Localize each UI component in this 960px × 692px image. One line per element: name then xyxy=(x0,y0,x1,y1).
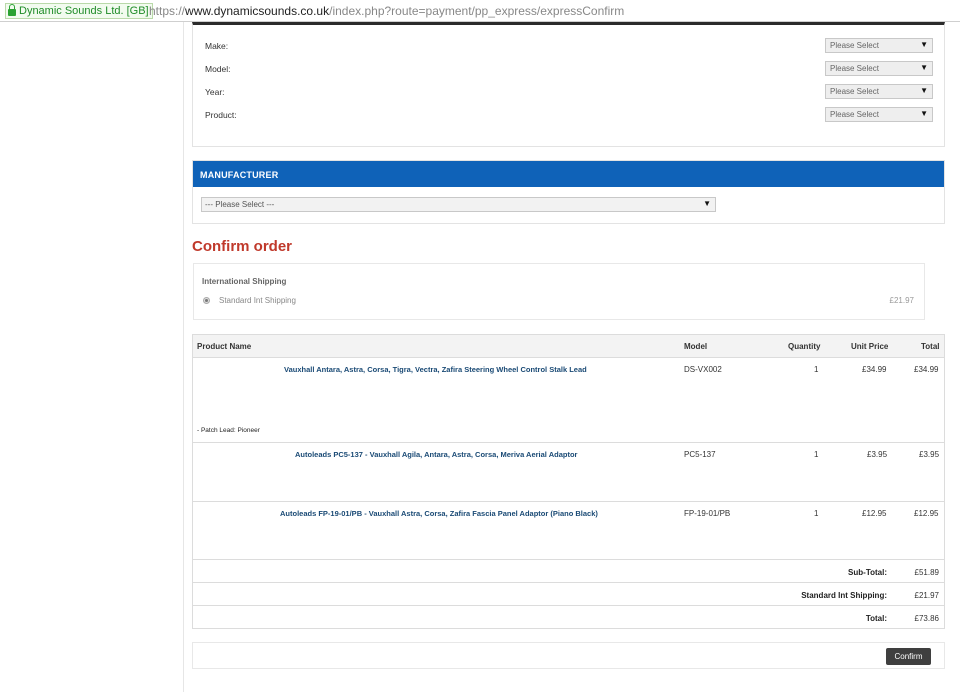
url-text[interactable]: https://www.dynamicsounds.co.uk/index.ph… xyxy=(149,4,624,18)
table-row: Vauxhall Antara, Astra, Corsa, Tigra, Ve… xyxy=(193,358,944,443)
product-total: £3.95 xyxy=(919,450,940,459)
product-option: - Patch Lead: Pioneer xyxy=(197,427,260,434)
make-select[interactable]: Please Select ▼ xyxy=(825,38,933,53)
subtotal-label: Sub-Total: xyxy=(848,568,887,577)
manufacturer-heading: MANUFACTURER xyxy=(193,161,944,187)
confirm-button[interactable]: Confirm xyxy=(886,648,931,665)
table-header: Product Name Model Quantity Unit Price T… xyxy=(193,335,944,358)
product-label: Product: xyxy=(205,110,237,120)
subtotal-row: Sub-Total: £51.89 xyxy=(193,560,944,583)
subtotal-value: £51.89 xyxy=(914,568,939,577)
dropdown-arrow-icon: ▼ xyxy=(703,199,711,208)
year-select-value: Please Select xyxy=(830,87,879,96)
product-total: £34.99 xyxy=(914,365,939,374)
secure-site-label: Dynamic Sounds Ltd. [GB] xyxy=(19,5,149,17)
lock-icon xyxy=(8,4,16,16)
product-unit-price: £3.95 xyxy=(867,450,888,459)
manufacturer-select-value: --- Please Select --- xyxy=(205,200,275,209)
table-row: Autoleads PC5-137 - Vauxhall Agila, Anta… xyxy=(193,443,944,502)
shipping-radio[interactable] xyxy=(203,297,210,304)
product-unit-price: £34.99 xyxy=(862,365,887,374)
product-quantity: 1 xyxy=(814,509,819,518)
manufacturer-panel: MANUFACTURER --- Please Select --- ▼ xyxy=(192,160,945,224)
make-label: Make: xyxy=(205,41,229,51)
year-label: Year: xyxy=(205,87,225,97)
product-link[interactable]: Autoleads FP-19-01/PB - Vauxhall Astra, … xyxy=(280,509,598,518)
table-row: Autoleads FP-19-01/PB - Vauxhall Astra, … xyxy=(193,502,944,560)
grand-total-value: £73.86 xyxy=(914,614,939,623)
product-quantity: 1 xyxy=(814,365,819,374)
column-header-product: Product Name xyxy=(197,342,252,351)
order-table: Product Name Model Quantity Unit Price T… xyxy=(192,334,945,629)
grand-total-row: Total: £73.86 xyxy=(193,606,944,629)
shipping-method-panel: International Shipping Standard Int Ship… xyxy=(193,263,925,320)
column-header-total: Total xyxy=(921,342,940,351)
url-host: www.dynamicsounds.co.uk xyxy=(185,4,330,18)
page-title: Confirm order xyxy=(192,238,293,255)
url-path: /index.php?route=payment/pp_express/expr… xyxy=(329,4,625,18)
shipping-option-price: £21.97 xyxy=(889,296,914,305)
product-model: PC5-137 xyxy=(684,450,716,459)
grand-total-label: Total: xyxy=(865,614,887,623)
shipping-total-value: £21.97 xyxy=(914,591,939,600)
dropdown-arrow-icon: ▼ xyxy=(920,40,928,49)
column-header-unit-price: Unit Price xyxy=(851,342,889,351)
dropdown-arrow-icon: ▼ xyxy=(920,63,928,72)
product-select-value: Please Select xyxy=(830,110,879,119)
product-unit-price: £12.95 xyxy=(862,509,887,518)
left-column-divider xyxy=(183,22,184,692)
vehicle-filter-panel: Make: Please Select ▼ Model: Please Selec… xyxy=(192,22,945,147)
year-select[interactable]: Please Select ▼ xyxy=(825,84,933,99)
dropdown-arrow-icon: ▼ xyxy=(920,109,928,118)
product-link[interactable]: Vauxhall Antara, Astra, Corsa, Tigra, Ve… xyxy=(284,365,587,374)
shipping-option-label[interactable]: Standard Int Shipping xyxy=(219,296,296,305)
dropdown-arrow-icon: ▼ xyxy=(920,86,928,95)
product-model: DS-VX002 xyxy=(684,365,722,374)
product-link[interactable]: Autoleads PC5-137 - Vauxhall Agila, Anta… xyxy=(295,450,577,459)
column-header-quantity: Quantity xyxy=(788,342,821,351)
column-header-model: Model xyxy=(684,342,708,351)
product-model: FP-19-01/PB xyxy=(684,509,731,518)
model-select[interactable]: Please Select ▼ xyxy=(825,61,933,76)
product-select[interactable]: Please Select ▼ xyxy=(825,107,933,122)
url-scheme: https:// xyxy=(149,4,186,18)
address-bar[interactable]: Dynamic Sounds Ltd. [GB] https://www.dyn… xyxy=(0,0,960,22)
secure-identity-badge[interactable]: Dynamic Sounds Ltd. [GB] xyxy=(5,3,153,19)
shipping-total-row: Standard Int Shipping: £21.97 xyxy=(193,583,944,606)
model-label: Model: xyxy=(205,64,231,74)
shipping-total-label: Standard Int Shipping: xyxy=(801,591,887,600)
manufacturer-select[interactable]: --- Please Select --- ▼ xyxy=(201,197,716,212)
confirm-button-bar: Confirm xyxy=(192,642,945,669)
shipping-heading: International Shipping xyxy=(202,277,287,286)
make-select-value: Please Select xyxy=(830,41,879,50)
product-total: £12.95 xyxy=(914,509,939,518)
model-select-value: Please Select xyxy=(830,64,879,73)
product-quantity: 1 xyxy=(814,450,819,459)
